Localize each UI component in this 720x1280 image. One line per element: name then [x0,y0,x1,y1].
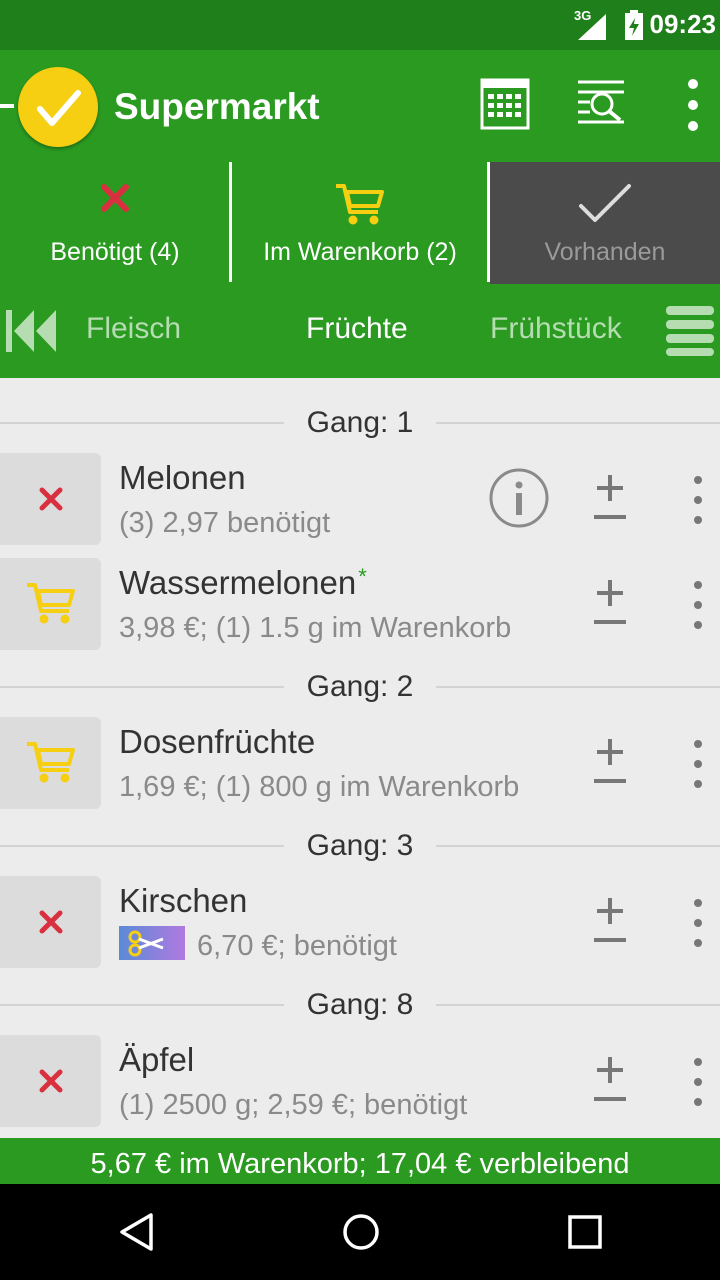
item-detail: 6,70 €; benötigt [197,930,397,962]
category-prev[interactable]: Fleisch [86,312,181,346]
list-item[interactable]: Äpfel (1) 2500 g; 2,59 €; benötigt [0,1035,720,1131]
item-detail: 1,69 €; (1) 800 g im Warenkorb [119,771,520,803]
item-name: Melonen [119,459,246,496]
item-state-button[interactable] [0,453,101,545]
scissors-icon [128,930,164,957]
tab-available-label: Vorhanden [544,238,666,266]
check-icon [579,184,631,222]
cart-icon [26,742,75,783]
list-item[interactable]: Wassermelonen* 3,98 €; (1) 1.5 g im Ware… [0,558,720,654]
category-current[interactable]: Früchte [306,312,408,346]
item-name: Wassermelonen* [119,564,367,602]
section-header: Gang: 3 [0,825,720,865]
item-state-button[interactable] [0,1035,101,1127]
shopping-list: Gang: 1 Melonen (3) 2,97 benötigt Wasser… [0,378,720,1138]
item-detail: (3) 2,97 benötigt [119,507,331,539]
overflow-menu-icon[interactable] [684,78,702,132]
filter-tabs: Benötigt (4) Im Warenkorb (2) Vorhanden [0,162,720,284]
item-detail: 3,98 €; (1) 1.5 g im Warenkorb [119,612,512,644]
item-detail: (1) 2500 g; 2,59 €; benötigt [119,1089,468,1121]
app-bar: Supermarkt [0,50,720,162]
section-header: Gang: 2 [0,666,720,706]
x-icon [101,184,129,212]
list-item[interactable]: Dosenfrüchte 1,69 €; (1) 800 g im Warenk… [0,717,720,813]
tab-available[interactable]: Vorhanden [490,162,720,284]
search-list-icon[interactable] [576,78,626,130]
category-list-icon[interactable] [666,306,714,356]
app-logo[interactable] [18,67,98,147]
star-icon: * [358,564,367,589]
totals-bar: 5,67 € im Warenkorb; 17,04 € verbleibend [0,1138,720,1184]
tab-in-cart-label: Im Warenkorb (2) [263,238,457,266]
item-overflow-icon[interactable] [690,739,706,789]
item-overflow-icon[interactable] [690,1057,706,1107]
item-state-button[interactable] [0,717,101,809]
tab-in-cart[interactable]: Im Warenkorb (2) [232,162,488,284]
plus-minus-icon[interactable] [592,580,628,630]
recents-icon[interactable] [568,1212,602,1252]
tab-needed[interactable]: Benötigt (4) [0,162,230,284]
info-icon[interactable] [488,467,550,529]
x-icon [39,487,62,511]
item-name-text: Wassermelonen [119,564,357,601]
status-bar: 3G 09:23 [0,0,720,50]
back-icon[interactable] [118,1212,154,1252]
item-state-button[interactable] [0,876,101,968]
section-header: Gang: 8 [0,984,720,1024]
plus-minus-icon[interactable] [592,898,628,948]
nav-drawer-indicator[interactable] [0,104,14,108]
battery-icon [625,10,643,40]
category-bar: Fleisch Früchte Frühstück [0,284,720,378]
item-name: Kirschen [119,882,248,919]
calendar-grid-icon[interactable] [480,78,530,130]
plus-minus-icon[interactable] [592,739,628,789]
list-item[interactable]: Melonen (3) 2,97 benötigt [0,453,720,549]
item-name: Äpfel [119,1041,195,1078]
cart-icon [336,184,384,225]
clock: 09:23 [649,9,717,39]
home-icon[interactable] [342,1212,380,1252]
page-title: Supermarkt [114,86,320,127]
item-overflow-icon[interactable] [690,580,706,630]
check-icon [37,90,81,126]
category-next[interactable]: Frühstück [490,312,622,346]
list-item[interactable]: Kirschen 6,70 €; benötigt [0,876,720,972]
item-state-button[interactable] [0,558,101,650]
plus-minus-icon[interactable] [592,1057,628,1107]
x-icon [39,910,62,934]
item-overflow-icon[interactable] [690,475,706,525]
system-nav-bar [0,1184,720,1280]
signal-icon [578,14,606,40]
tab-needed-label: Benötigt (4) [50,238,180,266]
skip-back-icon[interactable] [6,308,56,354]
item-detail-row: 6,70 €; benötigt [119,926,397,964]
plus-minus-icon[interactable] [592,475,628,525]
item-name: Dosenfrüchte [119,723,316,760]
item-overflow-icon[interactable] [690,898,706,948]
x-icon [39,1069,62,1093]
section-header: Gang: 1 [0,402,720,442]
coupon-icon[interactable] [119,926,185,961]
cart-icon [26,583,75,624]
